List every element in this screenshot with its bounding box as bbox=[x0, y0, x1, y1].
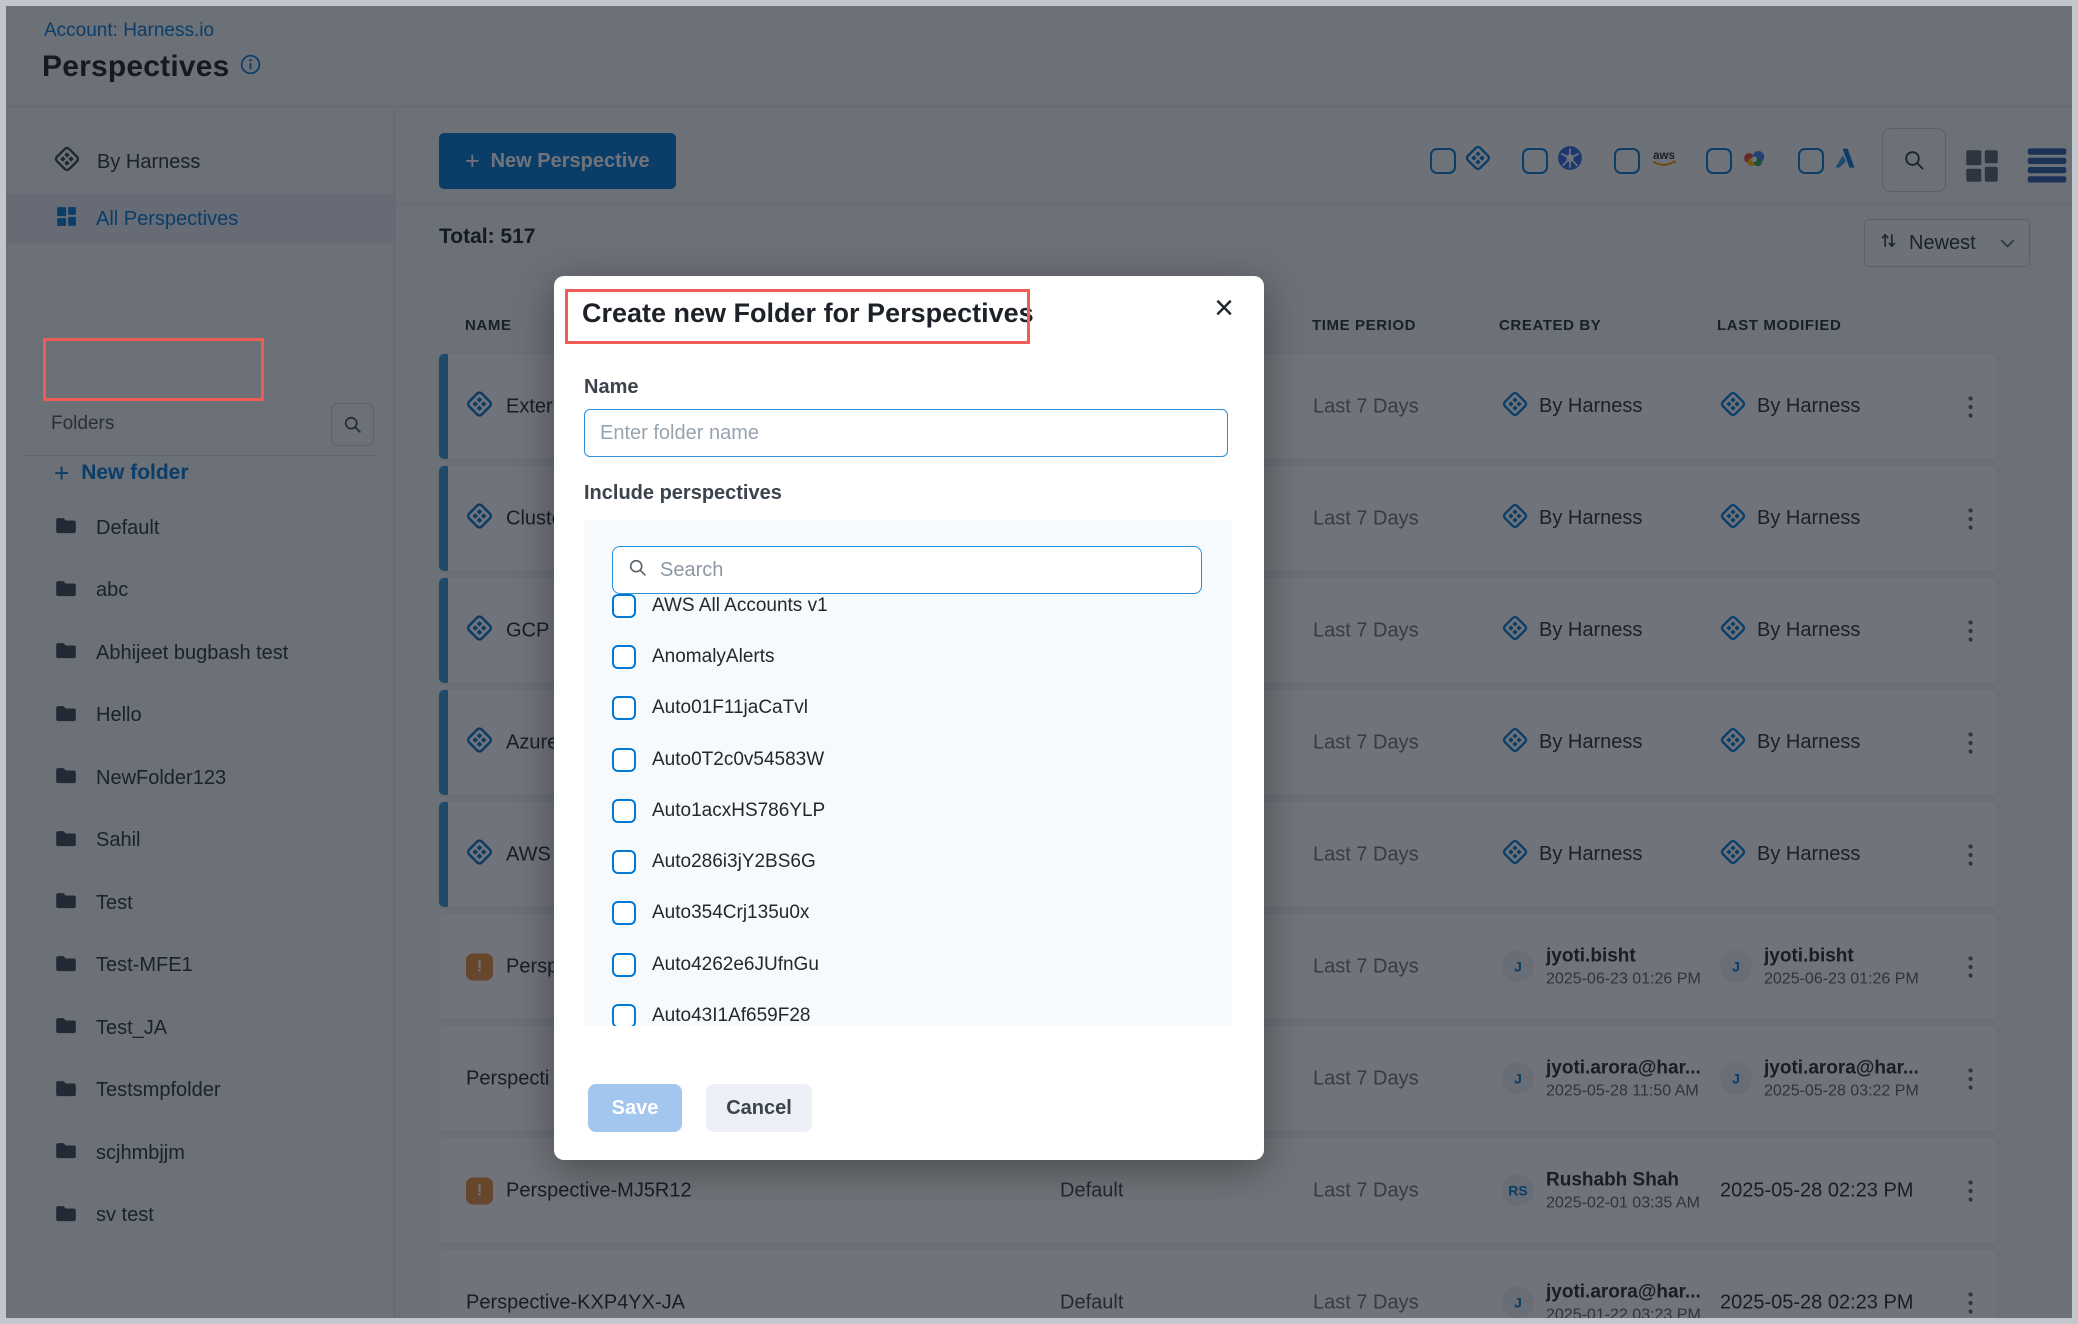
save-button[interactable]: Save bbox=[588, 1084, 682, 1132]
perspective-checkbox[interactable] bbox=[612, 645, 636, 669]
perspective-option-label: Auto286i3jY2BS6G bbox=[652, 851, 816, 873]
perspective-option-label: Auto4262e6JUfnGu bbox=[652, 954, 819, 976]
perspectives-page: Account: Harness.io Perspectives By Harn… bbox=[0, 0, 2078, 1324]
perspective-checkbox-list: AWS All Accounts v1 AnomalyAlerts Auto01F1… bbox=[612, 580, 1212, 1026]
perspective-checkbox[interactable] bbox=[612, 850, 636, 874]
folder-name-input[interactable] bbox=[584, 409, 1228, 457]
perspective-option-label: AWS All Accounts v1 bbox=[652, 595, 828, 617]
perspective-checkbox[interactable] bbox=[612, 594, 636, 618]
perspective-checkbox[interactable] bbox=[612, 748, 636, 772]
perspective-option-label: Auto43I1Af659F28 bbox=[652, 1005, 810, 1026]
perspective-option[interactable]: Auto354Crj135u0x bbox=[612, 888, 1212, 939]
perspective-option[interactable]: Auto286i3jY2BS6G bbox=[612, 836, 1212, 887]
perspective-option[interactable]: Auto1acxHS786YLP bbox=[612, 785, 1212, 836]
annotation-box-modal-title bbox=[565, 289, 1030, 344]
perspective-checkbox[interactable] bbox=[612, 1004, 636, 1026]
perspective-option[interactable]: Auto4262e6JUfnGu bbox=[612, 939, 1212, 990]
perspective-option[interactable]: Auto0T2c0v54583W bbox=[612, 734, 1212, 785]
annotation-box-new-folder bbox=[43, 338, 264, 401]
perspective-option-label: Auto0T2c0v54583W bbox=[652, 749, 824, 771]
perspective-option[interactable]: AWS All Accounts v1 bbox=[612, 580, 1212, 631]
cancel-button[interactable]: Cancel bbox=[706, 1084, 812, 1132]
perspective-option[interactable]: AnomalyAlerts bbox=[612, 631, 1212, 682]
close-icon[interactable]: × bbox=[1208, 290, 1240, 326]
perspective-option[interactable]: Auto43I1Af659F28 bbox=[612, 990, 1212, 1026]
perspective-picker-panel: AWS All Accounts v1 AnomalyAlerts Auto01F1… bbox=[584, 520, 1232, 1026]
perspective-checkbox[interactable] bbox=[612, 901, 636, 925]
perspective-checkbox[interactable] bbox=[612, 799, 636, 823]
name-label: Name bbox=[584, 376, 638, 399]
perspective-option-label: Auto354Crj135u0x bbox=[652, 902, 809, 924]
create-folder-modal: Create new Folder for Perspectives × Nam… bbox=[554, 276, 1264, 1160]
include-perspectives-label: Include perspectives bbox=[584, 482, 782, 505]
perspective-checkbox[interactable] bbox=[612, 696, 636, 720]
perspective-option-label: Auto1acxHS786YLP bbox=[652, 800, 825, 822]
perspective-option-label: AnomalyAlerts bbox=[652, 646, 775, 668]
modal-search-input[interactable] bbox=[658, 558, 1201, 583]
perspective-option[interactable]: Auto01F11jaCaTvl bbox=[612, 683, 1212, 734]
perspective-checkbox[interactable] bbox=[612, 953, 636, 977]
perspective-option-label: Auto01F11jaCaTvl bbox=[652, 697, 808, 719]
